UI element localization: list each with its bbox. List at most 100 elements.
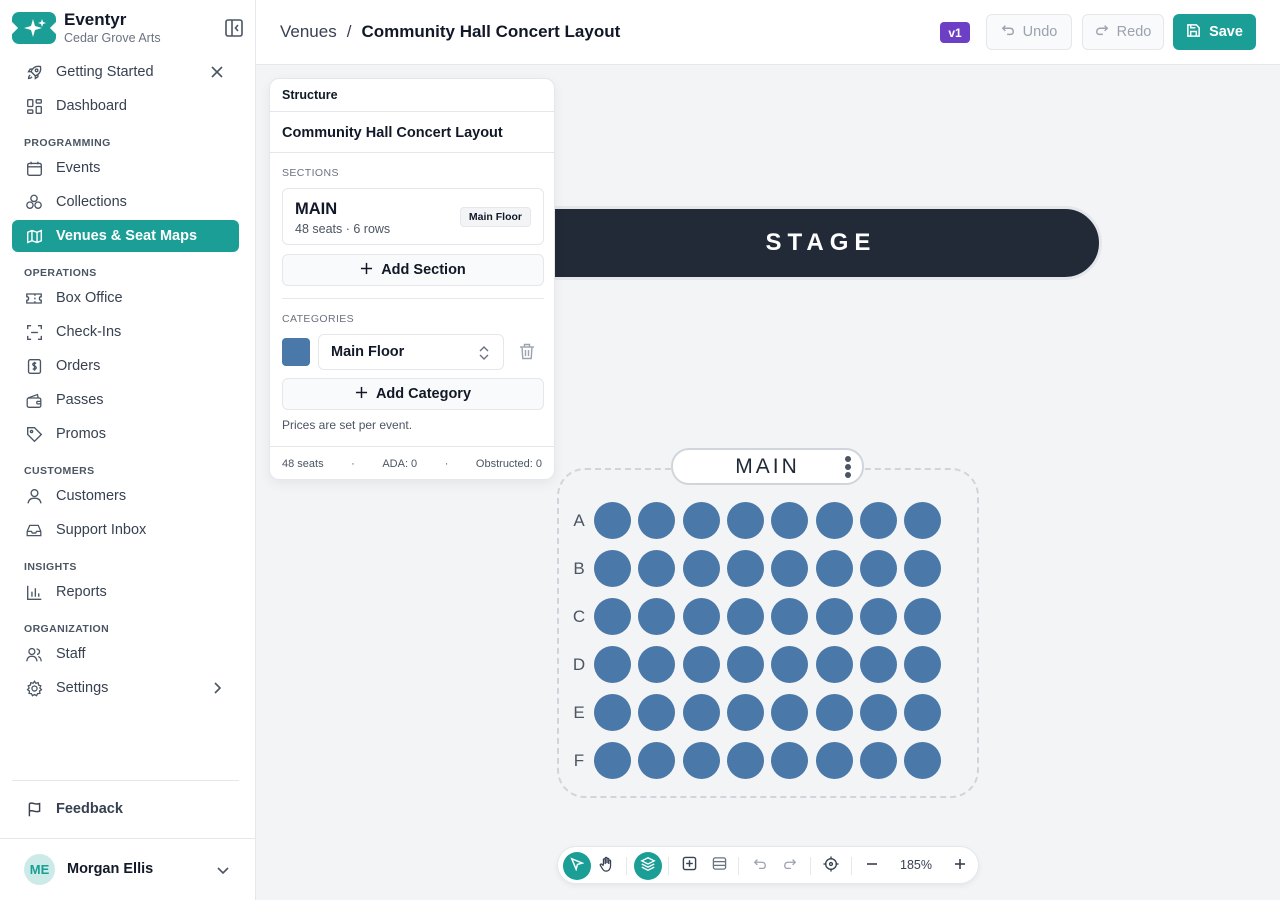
brand[interactable]: Eventyr Cedar Grove Arts (12, 10, 244, 46)
seat-count: 48 seats (282, 457, 324, 470)
seat[interactable] (859, 646, 897, 683)
toolbar-separator (810, 857, 811, 875)
sidebar-item-staff[interactable]: Staff (12, 638, 239, 670)
layers-tool[interactable] (634, 852, 662, 880)
seat[interactable] (726, 502, 764, 539)
seat[interactable] (771, 502, 809, 539)
seat[interactable] (904, 502, 942, 539)
sidebar-item-collections[interactable]: Collections (12, 186, 239, 218)
dashboard-icon (25, 97, 43, 115)
add-shape-tool[interactable] (675, 852, 703, 880)
seat[interactable] (726, 550, 764, 587)
save-button[interactable]: Save (1173, 14, 1256, 50)
seat[interactable] (815, 502, 853, 539)
sidebar-item-promos[interactable]: Promos (12, 418, 239, 450)
sidebar-item-box-office[interactable]: Box Office (12, 282, 239, 314)
more-vertical-icon[interactable] (844, 456, 852, 478)
pan-tool[interactable] (593, 852, 621, 880)
seat[interactable] (771, 694, 809, 731)
seat[interactable] (815, 550, 853, 587)
seat[interactable] (594, 550, 631, 587)
category-color-swatch[interactable] (282, 338, 310, 366)
seat[interactable] (859, 598, 897, 635)
seat[interactable] (594, 646, 631, 683)
inbox-icon (25, 521, 43, 539)
add-category-button[interactable]: Add Category (282, 378, 544, 410)
redo-icon (1095, 23, 1109, 41)
layout-name[interactable]: Community Hall Concert Layout (282, 125, 503, 141)
section-main-label[interactable]: MAIN (671, 448, 864, 485)
seat[interactable] (726, 646, 764, 683)
sidebar-item-check-ins[interactable]: Check-Ins (12, 316, 239, 348)
sidebar-item-orders[interactable]: Orders (12, 350, 239, 382)
stage[interactable]: STAGE (512, 206, 1102, 280)
recenter-button[interactable] (817, 852, 845, 880)
seat[interactable] (682, 502, 720, 539)
seat[interactable] (726, 742, 764, 779)
sidebar-item-reports[interactable]: Reports (12, 576, 239, 608)
category-select[interactable]: Main Floor (318, 334, 504, 370)
collapse-sidebar-icon[interactable] (224, 18, 244, 38)
trash-icon[interactable] (519, 343, 535, 360)
sidebar-item-venues[interactable]: Venues & Seat Maps (12, 220, 239, 252)
seat[interactable] (771, 550, 809, 587)
sidebar-item-label: Support Inbox (56, 522, 147, 538)
seat[interactable] (859, 694, 897, 731)
redo-button[interactable]: Redo (1082, 14, 1164, 50)
seat[interactable] (771, 598, 809, 635)
seat[interactable] (682, 646, 720, 683)
seat[interactable] (682, 598, 720, 635)
plus-icon (355, 386, 368, 403)
section-card-main[interactable]: MAIN 48 seats · 6 rows Main Floor (282, 188, 544, 245)
redo-label: Redo (1116, 24, 1152, 40)
sidebar-item-label: Dashboard (56, 98, 127, 114)
row-label: B (573, 559, 585, 578)
user-menu[interactable]: ME Morgan Ellis (0, 838, 255, 900)
wallet-icon (25, 391, 43, 409)
sidebar-item-settings[interactable]: Settings (12, 672, 239, 704)
seat[interactable] (594, 502, 631, 539)
sidebar-item-support-inbox[interactable]: Support Inbox (12, 514, 239, 546)
toolbar-undo-button[interactable] (746, 852, 774, 880)
seat[interactable] (726, 694, 764, 731)
seat[interactable] (594, 598, 631, 635)
toolbar-redo-button[interactable] (776, 852, 804, 880)
seat[interactable] (682, 694, 720, 731)
seat[interactable] (594, 694, 631, 731)
seat[interactable] (904, 742, 942, 779)
sidebar-item-dashboard[interactable]: Dashboard (12, 90, 239, 122)
seat[interactable] (815, 742, 853, 779)
chevron-up-down-icon (477, 345, 491, 361)
sidebar-item-getting-started[interactable]: Getting Started (12, 56, 239, 88)
seat[interactable] (594, 742, 631, 779)
seat[interactable] (682, 742, 720, 779)
undo-icon (753, 857, 767, 876)
seat[interactable] (771, 646, 809, 683)
seat[interactable] (859, 742, 897, 779)
sidebar-item-events[interactable]: Events (12, 152, 239, 184)
seat[interactable] (859, 502, 897, 539)
breadcrumb-venues-link[interactable]: Venues (280, 22, 337, 42)
sidebar-item-feedback[interactable]: Feedback (12, 793, 239, 825)
zoom-out-button[interactable] (858, 852, 886, 880)
close-icon[interactable] (209, 64, 225, 80)
seat[interactable] (859, 550, 897, 587)
seat[interactable] (682, 550, 720, 587)
seat[interactable] (815, 646, 853, 683)
seat[interactable] (904, 550, 942, 587)
seat[interactable] (771, 742, 809, 779)
add-rows-tool[interactable] (705, 852, 733, 880)
seat[interactable] (815, 598, 853, 635)
zoom-in-button[interactable] (946, 852, 974, 880)
seat[interactable] (815, 694, 853, 731)
select-tool[interactable] (563, 852, 591, 880)
add-section-button[interactable]: Add Section (282, 254, 544, 286)
seat[interactable] (904, 646, 942, 683)
seat[interactable] (904, 694, 942, 731)
undo-button[interactable]: Undo (986, 14, 1072, 50)
seat[interactable] (726, 598, 764, 635)
seat[interactable] (904, 598, 942, 635)
sidebar-item-customers[interactable]: Customers (12, 480, 239, 512)
sidebar-item-passes[interactable]: Passes (12, 384, 239, 416)
add-category-label: Add Category (375, 386, 472, 402)
